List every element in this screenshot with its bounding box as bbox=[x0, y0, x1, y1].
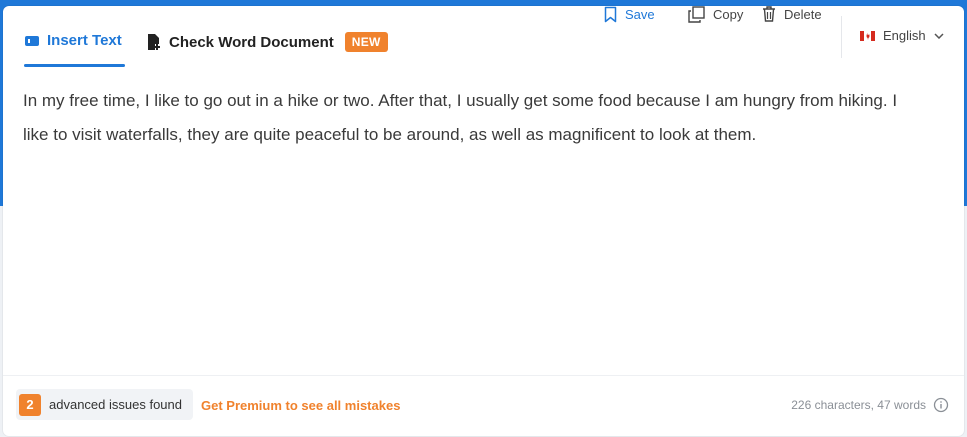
new-badge: NEW bbox=[344, 32, 388, 52]
toolbar: Insert Text Check Word Document NEW Save bbox=[3, 6, 964, 68]
character-word-count: 226 characters, 47 words bbox=[791, 398, 926, 412]
active-tab-indicator bbox=[24, 64, 125, 67]
bookmark-icon bbox=[604, 6, 617, 23]
delete-label: Delete bbox=[784, 6, 822, 22]
issues-count-badge: 2 bbox=[19, 393, 41, 416]
tab-insert-text-label: Insert Text bbox=[47, 32, 122, 49]
language-selector[interactable]: English bbox=[860, 28, 944, 43]
issues-label: advanced issues found bbox=[49, 397, 182, 412]
text-box-icon bbox=[24, 35, 40, 47]
footer-bar: 2 advanced issues found Get Premium to s… bbox=[3, 375, 964, 437]
editor-card: Insert Text Check Word Document NEW Save bbox=[3, 6, 964, 436]
save-button[interactable]: Save bbox=[604, 6, 655, 23]
info-icon[interactable] bbox=[933, 397, 949, 413]
save-label: Save bbox=[625, 7, 655, 22]
tab-insert-text[interactable]: Insert Text bbox=[24, 32, 122, 49]
document-plus-icon bbox=[146, 33, 162, 51]
copy-icon bbox=[688, 6, 705, 23]
tab-check-word-document-label: Check Word Document bbox=[169, 33, 334, 51]
toolbar-divider bbox=[841, 16, 842, 58]
trash-icon bbox=[762, 6, 776, 22]
get-premium-link[interactable]: Get Premium to see all mistakes bbox=[201, 398, 400, 413]
copy-label: Copy bbox=[713, 7, 744, 22]
advanced-issues-chip[interactable]: 2 advanced issues found bbox=[16, 389, 193, 420]
language-label: English bbox=[883, 28, 926, 43]
tab-check-word-document[interactable]: Check Word Document NEW bbox=[146, 32, 388, 52]
canada-flag-icon bbox=[860, 30, 875, 41]
delete-button[interactable]: Delete bbox=[762, 6, 822, 22]
chevron-down-icon bbox=[934, 32, 944, 39]
text-editor[interactable]: In my free time, I like to go out in a h… bbox=[23, 84, 923, 152]
copy-button[interactable]: Copy bbox=[688, 6, 743, 23]
